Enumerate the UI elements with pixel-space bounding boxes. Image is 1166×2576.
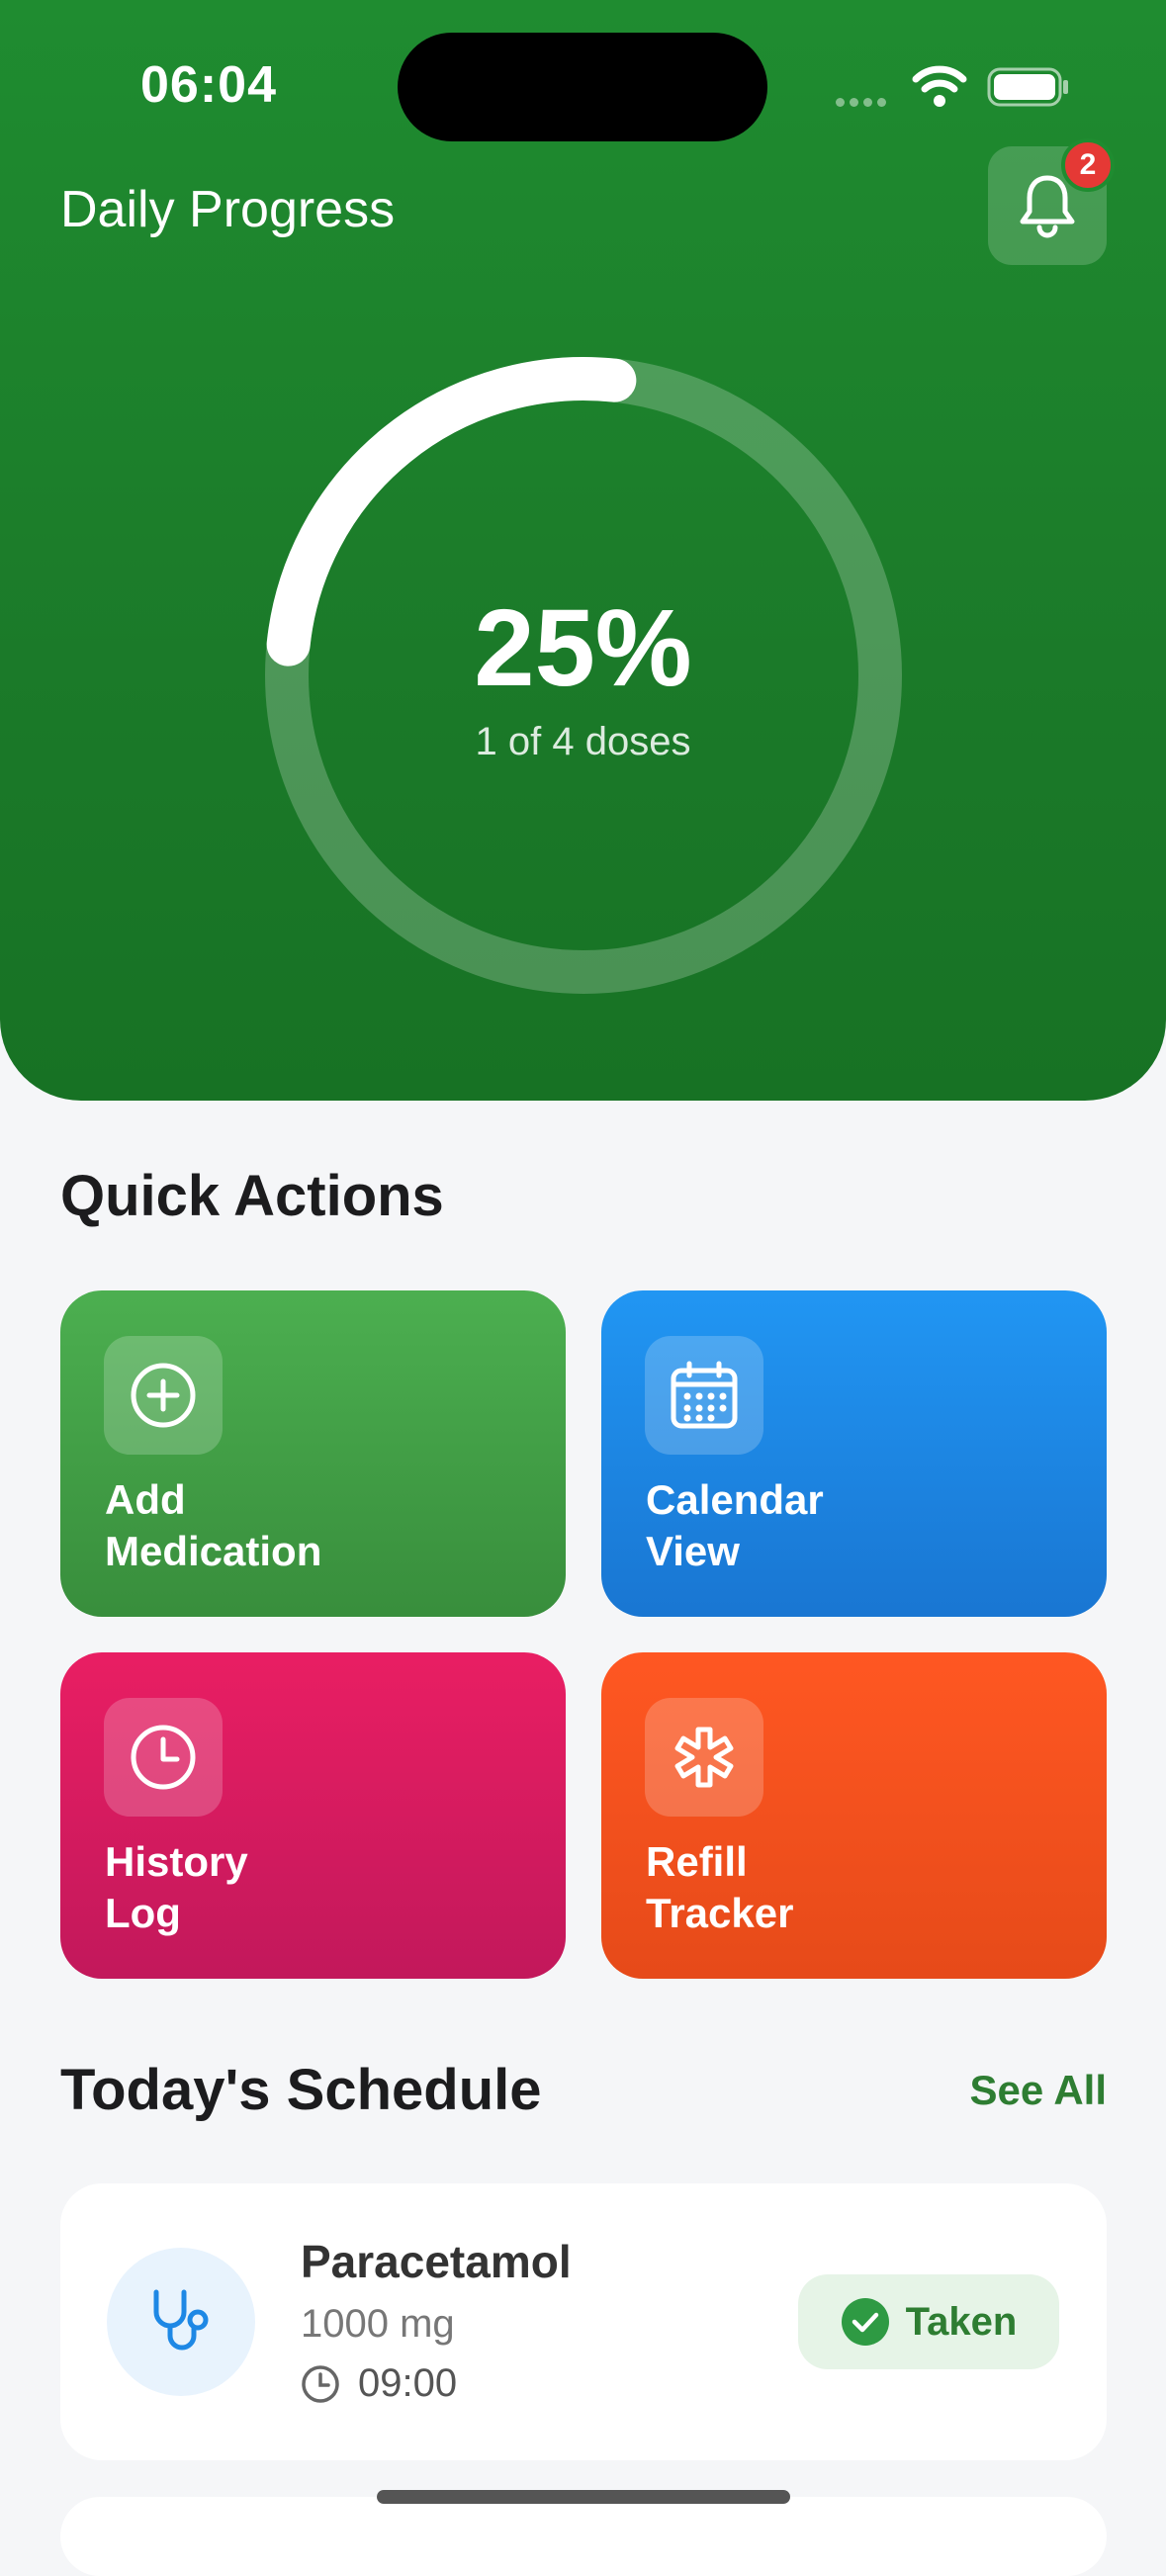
refill-tracker-icon-tile [645, 1698, 763, 1817]
progress-percent: 25% [474, 587, 692, 709]
page-title: Daily Progress [60, 181, 396, 238]
plus-circle-icon [131, 1363, 196, 1428]
calendar-icon [671, 1361, 738, 1429]
history-log-button[interactable]: History Log [60, 1652, 566, 1979]
refill-tracker-label: Refill Tracker [646, 1838, 794, 1936]
notification-badge: 2 [1061, 138, 1115, 192]
medication-name: Paracetamol [301, 2236, 572, 2287]
calendar-view-button[interactable]: Calendar View [601, 1290, 1107, 1617]
medication-dose: 1000 mg [301, 2302, 455, 2346]
asterisk-icon [674, 1727, 734, 1788]
taken-status-badge[interactable]: Taken [798, 2274, 1059, 2369]
see-all-link[interactable]: See All [969, 2067, 1107, 2114]
history-log-icon-tile [104, 1698, 223, 1817]
check-circle-icon [841, 2298, 889, 2346]
status-bar-time: 06:04 [140, 56, 277, 114]
add-medication-label: Add Medication [105, 1476, 322, 1574]
medication-time-row: 09:00 [301, 2361, 457, 2406]
status-label: Taken [905, 2299, 1018, 2344]
clock-icon [302, 2364, 339, 2403]
progress-subtitle: 1 of 4 doses [475, 720, 691, 763]
history-log-label: History Log [105, 1838, 248, 1936]
todays-schedule-title: Today's Schedule [60, 2058, 542, 2122]
dynamic-island [398, 33, 767, 141]
quick-actions-title: Quick Actions [60, 1164, 444, 1228]
medication-avatar [107, 2248, 255, 2396]
schedule-card[interactable] [60, 2497, 1107, 2576]
add-medication-button[interactable]: Add Medication [60, 1290, 566, 1617]
wifi-icon [912, 65, 967, 107]
add-medication-icon-tile [104, 1336, 223, 1455]
stethoscope-icon [153, 2289, 209, 2351]
schedule-card[interactable]: Paracetamol 1000 mg 09:00 Taken [60, 2183, 1107, 2460]
home-indicator [377, 2490, 790, 2504]
battery-icon [987, 67, 1068, 107]
clock-icon [131, 1725, 196, 1790]
calendar-view-icon-tile [645, 1336, 763, 1455]
medication-time: 09:00 [358, 2361, 458, 2405]
calendar-view-label: Calendar View [646, 1476, 824, 1574]
refill-tracker-button[interactable]: Refill Tracker [601, 1652, 1107, 1979]
cellular-signal-icon [836, 94, 891, 112]
